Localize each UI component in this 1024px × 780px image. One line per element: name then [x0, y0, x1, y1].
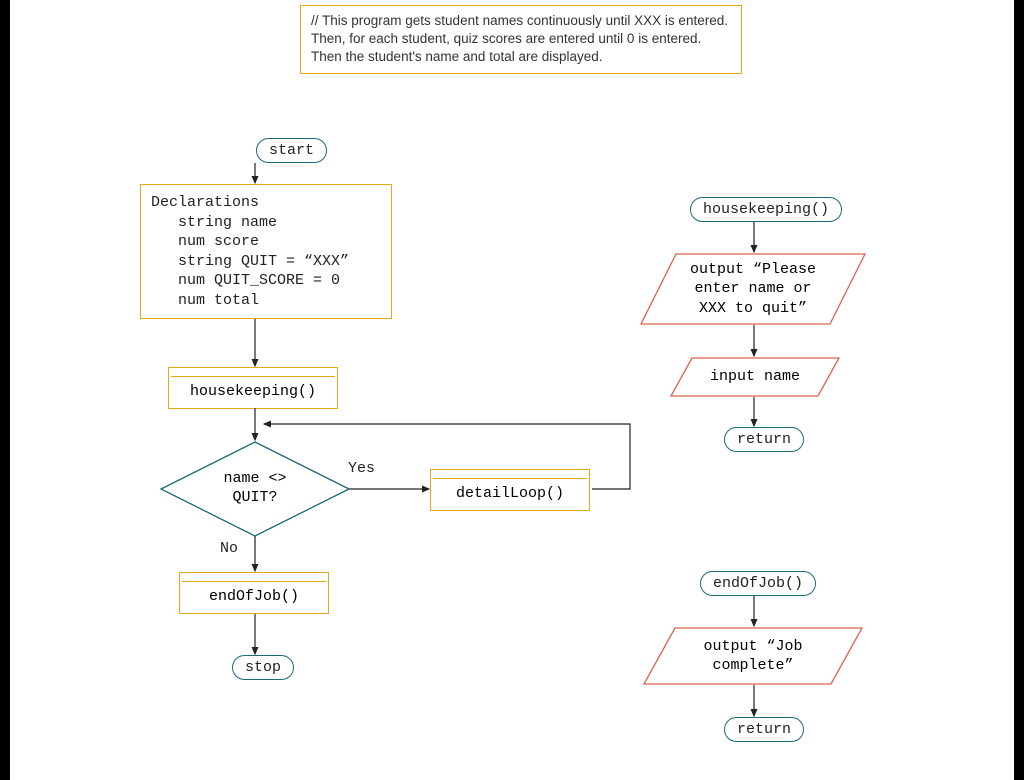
terminal-housekeeping: housekeeping(): [690, 197, 842, 222]
process-declarations: Declarations string name num score strin…: [140, 184, 392, 319]
predef-label: detailLoop(): [433, 479, 587, 508]
io-output-entername: output “Please enter name or XXX to quit…: [640, 253, 866, 325]
connector-lines: [10, 0, 1014, 780]
predef-label: endOfJob(): [182, 582, 326, 611]
decision-text: name <> QUIT?: [160, 441, 350, 537]
io-text: output “Please enter name or XXX to quit…: [640, 253, 866, 325]
predef-detailloop-call: detailLoop(): [430, 469, 590, 511]
predef-label: housekeeping(): [171, 377, 335, 406]
terminal-stop: stop: [232, 655, 294, 680]
terminal-return-1: return: [724, 427, 804, 452]
io-text: output “Job complete”: [643, 627, 863, 685]
terminal-endofjob: endOfJob(): [700, 571, 816, 596]
decision-name-quit: name <> QUIT?: [160, 441, 350, 537]
flowchart-frame: // This program gets student names conti…: [0, 0, 1024, 780]
predef-endofjob-call: endOfJob(): [179, 572, 329, 614]
predef-housekeeping-call: housekeeping(): [168, 367, 338, 409]
program-comment: // This program gets student names conti…: [300, 5, 742, 74]
io-text: input name: [670, 357, 840, 397]
label-yes: Yes: [348, 460, 375, 477]
terminal-return-2: return: [724, 717, 804, 742]
io-output-jobcomplete: output “Job complete”: [643, 627, 863, 685]
label-no: No: [220, 540, 238, 557]
io-input-name: input name: [670, 357, 840, 397]
terminal-start: start: [256, 138, 327, 163]
